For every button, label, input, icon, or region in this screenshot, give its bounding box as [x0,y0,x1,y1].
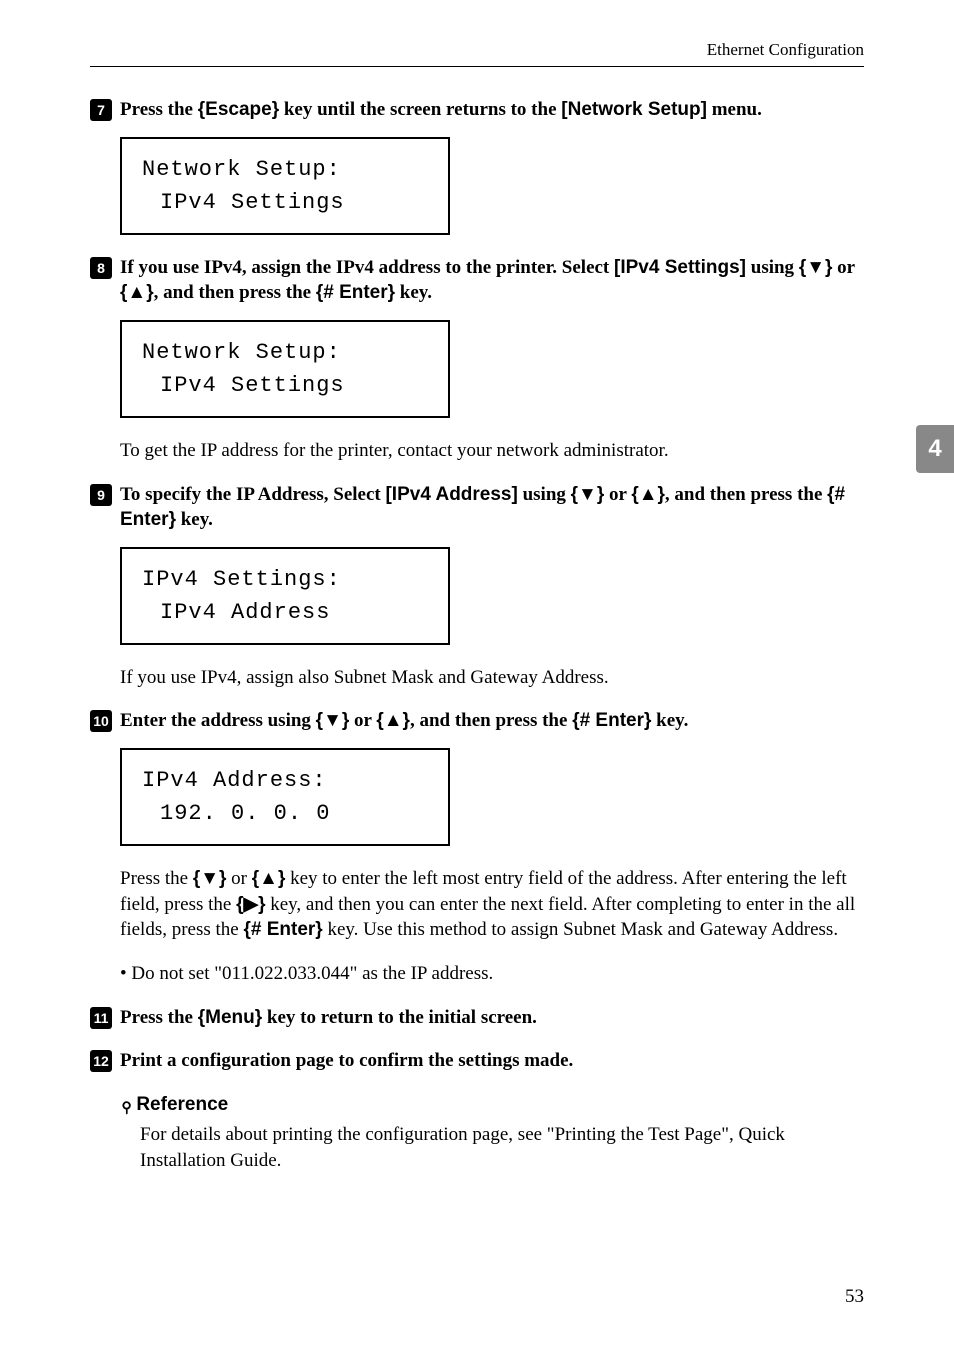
step-8-text: If you use IPv4, assign the IPv4 address… [120,255,864,306]
down-arrow-key: {▼} [799,257,833,278]
ipv4-address-menu-label: [IPv4 Address] [385,484,517,505]
step-10: 10 Enter the address using {▼} or {▲}, a… [90,708,864,986]
page-header: Ethernet Configuration [90,40,864,67]
lcd-line2: 192. 0. 0. 0 [142,797,428,830]
step-10-text: Enter the address using {▼} or {▲}, and … [120,708,688,734]
step-number-12: 12 [90,1050,112,1072]
step-7-text: Press the {Escape} key until the screen … [120,97,762,123]
step-8-body: To get the IP address for the printer, c… [120,438,864,464]
down-arrow-key: {▼} [193,868,227,889]
step-12: 12 Print a configuration page to confirm… [90,1048,864,1074]
escape-key: {Escape} [198,99,279,120]
enter-key: {# Enter} [243,919,322,940]
step-9-text: To specify the IP Address, Select [IPv4 … [120,482,864,533]
up-arrow-key: {▲} [376,710,410,731]
menu-key: {Menu} [198,1007,262,1028]
network-setup-menu-label: [Network Setup] [561,99,707,120]
step-10-body: Press the {▼} or {▲} key to enter the le… [120,866,864,943]
up-arrow-key: {▲} [631,484,665,505]
step-11-text: Press the {Menu} key to return to the in… [120,1005,537,1031]
chapter-tab: 4 [916,425,954,473]
reference-heading: ⌕Reference [120,1092,864,1118]
down-arrow-key: {▼} [316,710,350,731]
step-11: 11 Press the {Menu} key to return to the… [90,1005,864,1031]
step-number-11: 11 [90,1007,112,1029]
step-number-9: 9 [90,484,112,506]
lcd-line1: Network Setup: [142,153,428,186]
page-number: 53 [845,1286,864,1308]
lcd-display-10: IPv4 Address: 192. 0. 0. 0 [120,748,450,846]
step-number-7: 7 [90,99,112,121]
step-8: 8 If you use IPv4, assign the IPv4 addre… [90,255,864,464]
lcd-line1: IPv4 Settings: [142,563,428,596]
enter-key: {# Enter} [316,282,395,303]
up-arrow-key: {▲} [120,282,154,303]
lcd-display-8: Network Setup: IPv4 Settings [120,320,450,418]
up-arrow-key: {▲} [252,868,286,889]
reference-body: For details about printing the configura… [140,1122,864,1173]
lcd-line1: IPv4 Address: [142,764,428,797]
step-7: 7 Press the {Escape} key until the scree… [90,97,864,235]
step-number-8: 8 [90,257,112,279]
lcd-display-9: IPv4 Settings: IPv4 Address [120,547,450,645]
lcd-display-7: Network Setup: IPv4 Settings [120,137,450,235]
lcd-line2: IPv4 Address [142,596,428,629]
header-title: Ethernet Configuration [707,40,864,59]
step-12-text: Print a configuration page to confirm th… [120,1048,573,1074]
lcd-line2: IPv4 Settings [142,186,428,219]
lcd-line2: IPv4 Settings [142,369,428,402]
step-10-bullet: • Do not set "011.022.033.044" as the IP… [120,961,864,987]
right-arrow-key: {▶} [236,894,265,915]
chapter-number: 4 [928,435,941,463]
step-number-10: 10 [90,710,112,732]
step-9: 9 To specify the IP Address, Select [IPv… [90,482,864,691]
down-arrow-key: {▼} [571,484,605,505]
enter-key: {# Enter} [572,710,651,731]
reference-section: ⌕Reference For details about printing th… [90,1092,864,1173]
ipv4-settings-menu-label: [IPv4 Settings] [614,257,746,278]
lcd-line1: Network Setup: [142,336,428,369]
step-9-body: If you use IPv4, assign also Subnet Mask… [120,665,864,691]
